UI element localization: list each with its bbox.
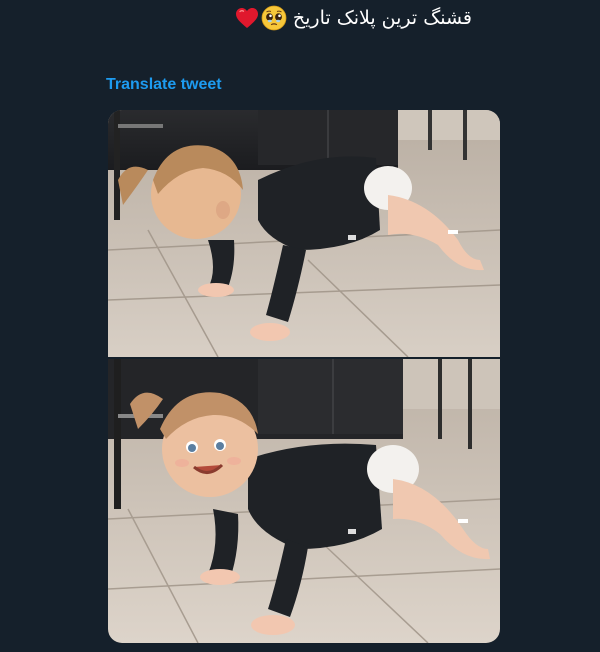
red-heart-icon <box>235 7 259 29</box>
tweet-text: قشنگ ترین پلانک تاریخ <box>292 7 472 29</box>
baby-plank-photo-bottom[interactable] <box>108 359 500 643</box>
pleading-face-icon <box>261 5 287 31</box>
tweet-container: قشنگ ترین پلانک تاریخ Translate tweet <box>0 0 600 652</box>
baby-plank-photo-top[interactable] <box>108 110 500 357</box>
tweet-media[interactable] <box>108 110 500 643</box>
emoji-group <box>235 5 287 31</box>
tweet-text-line: قشنگ ترین پلانک تاریخ <box>235 4 472 32</box>
translate-tweet-link[interactable]: Translate tweet <box>106 76 222 94</box>
